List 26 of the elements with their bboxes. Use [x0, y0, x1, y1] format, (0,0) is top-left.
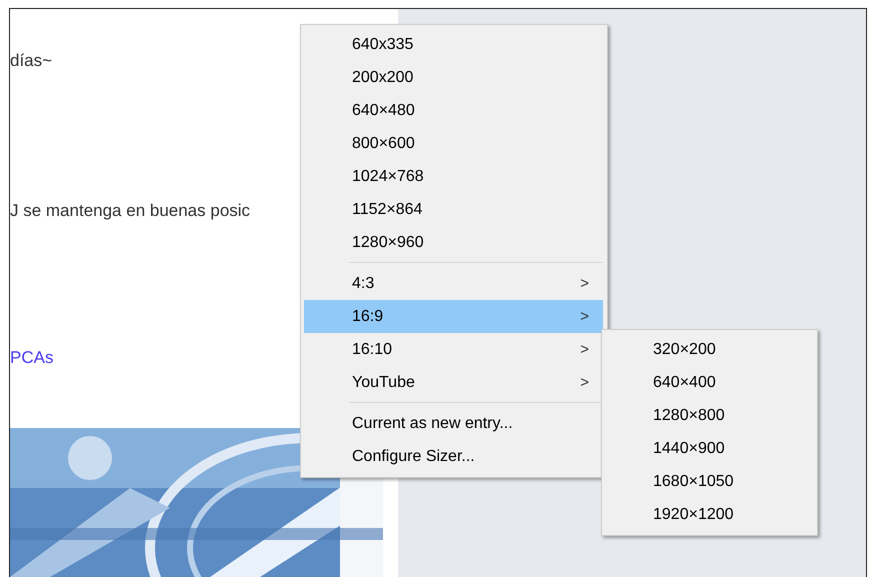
menu-item[interactable]: 200x200: [304, 61, 603, 94]
chevron-icon: >: [580, 308, 589, 325]
menu-item[interactable]: 1280×960: [304, 226, 603, 259]
chevron-icon: >: [580, 374, 589, 391]
menu-item[interactable]: 1680×1050: [605, 465, 813, 498]
menu-item[interactable]: 1024×768: [304, 160, 603, 193]
menu-item[interactable]: 320×200: [605, 333, 813, 366]
menu-item[interactable]: 16:9 >: [304, 300, 603, 333]
menu-item[interactable]: YouTube >: [304, 366, 603, 399]
menu-item[interactable]: Configure Sizer...: [304, 440, 603, 473]
menu-item[interactable]: 640×480: [304, 94, 603, 127]
body-text: J se mantenga en buenas posic: [10, 200, 250, 222]
menu-item[interactable]: 1440×900: [605, 432, 813, 465]
menu-item[interactable]: 800×600: [304, 127, 603, 160]
menu-item[interactable]: 1280×800: [605, 399, 813, 432]
menu-item[interactable]: 16:10 >: [304, 333, 603, 366]
menu-item[interactable]: 1920×1200: [605, 498, 813, 531]
body-text: días~: [10, 50, 52, 72]
menu-item[interactable]: 1152×864: [304, 193, 603, 226]
menu-item[interactable]: 640×400: [605, 366, 813, 399]
menu-item[interactable]: 640x335: [304, 28, 603, 61]
menu-item[interactable]: Current as new entry...: [304, 407, 603, 440]
chevron-icon: >: [580, 275, 589, 292]
menu-item[interactable]: 4:3 >: [304, 267, 603, 300]
link[interactable]: PCAs: [10, 347, 54, 369]
chevron-icon: >: [580, 341, 589, 358]
